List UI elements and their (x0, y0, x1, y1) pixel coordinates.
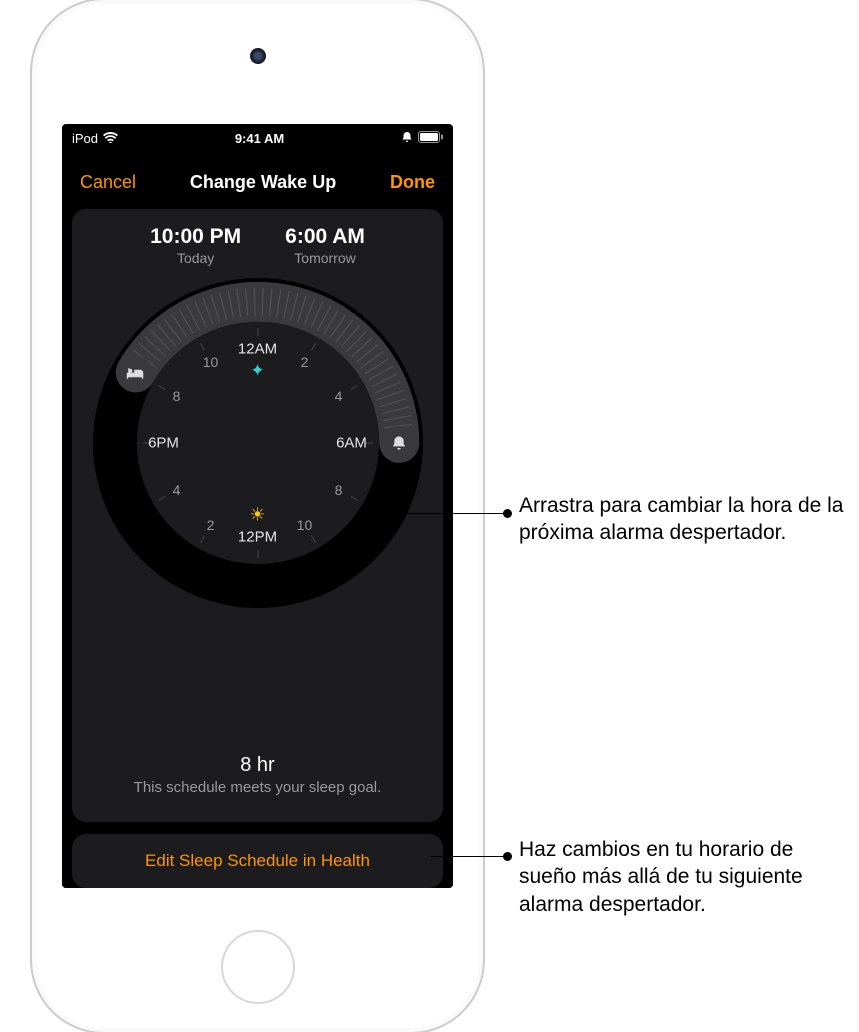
bedtime-block: 10:00 PM Today (150, 225, 241, 266)
cancel-button[interactable]: Cancel (80, 172, 136, 193)
done-button[interactable]: Done (390, 172, 435, 193)
front-camera (250, 48, 266, 64)
dial-10p: 10 (203, 354, 219, 370)
battery-icon (418, 131, 443, 146)
home-button[interactable] (221, 930, 295, 1004)
edit-schedule-label: Edit Sleep Schedule in Health (145, 851, 370, 871)
wake-handle[interactable] (382, 426, 416, 460)
bell-icon (391, 435, 407, 451)
callout-line-2 (431, 856, 507, 857)
dial-face: 12AM 2 4 6AM 8 10 12PM 2 4 6PM 8 10 ✦ ☀ (137, 322, 379, 564)
callout-line-1 (399, 513, 507, 514)
bedtime-value: 10:00 PM (150, 225, 241, 249)
dial-8p: 8 (173, 388, 181, 404)
bed-icon (126, 365, 144, 379)
dial-12am: 12AM (238, 341, 277, 358)
dial-6pm: 6PM (148, 435, 179, 452)
duration-label: 8 hr (134, 754, 382, 777)
dial-10a: 10 (297, 517, 313, 533)
dial-4p: 4 (173, 482, 181, 498)
status-time: 9:41 AM (235, 131, 284, 146)
dial-8a: 8 (335, 482, 343, 498)
sun-icon: ☀ (249, 505, 265, 526)
wake-relative: Tomorrow (285, 250, 365, 266)
dial-2p: 2 (207, 517, 215, 533)
dial-2a: 2 (301, 354, 309, 370)
screen: iPod 9:41 AM Cancel Change Wake Up Done (62, 124, 453, 888)
callout-edit-schedule: Haz cambios en tu horario de sueño más a… (519, 836, 854, 918)
edit-schedule-button[interactable]: Edit Sleep Schedule in Health (72, 834, 443, 888)
wifi-icon (103, 131, 118, 146)
stars-icon: ✦ (250, 361, 264, 381)
dial-4a: 4 (335, 388, 343, 404)
time-row: 10:00 PM Today 6:00 AM Tomorrow (150, 225, 365, 266)
wake-block: 6:00 AM Tomorrow (285, 225, 365, 266)
goal-message: This schedule meets your sleep goal. (134, 779, 382, 796)
dial-6am: 6AM (336, 435, 367, 452)
schedule-card: 10:00 PM Today 6:00 AM Tomorrow (72, 209, 443, 822)
callout-alarm-drag: Arrastra para cambiar la hora de la próx… (519, 492, 854, 547)
wake-value: 6:00 AM (285, 225, 365, 249)
status-bar: iPod 9:41 AM (62, 124, 453, 148)
device-frame: iPod 9:41 AM Cancel Change Wake Up Done (32, 0, 483, 1032)
summary: 8 hr This schedule meets your sleep goal… (134, 754, 382, 796)
page-title: Change Wake Up (190, 172, 336, 193)
carrier-label: iPod (72, 131, 98, 146)
nav-bar: Cancel Change Wake Up Done (72, 158, 443, 209)
sleep-dial[interactable]: 12AM 2 4 6AM 8 10 12PM 2 4 6PM 8 10 ✦ ☀ (93, 278, 423, 608)
alarm-set-icon (401, 131, 413, 146)
bedtime-handle[interactable] (118, 355, 152, 389)
app-content: Cancel Change Wake Up Done 10:00 PM Toda… (62, 148, 453, 888)
dial-12pm: 12PM (238, 529, 277, 546)
bedtime-relative: Today (150, 250, 241, 266)
